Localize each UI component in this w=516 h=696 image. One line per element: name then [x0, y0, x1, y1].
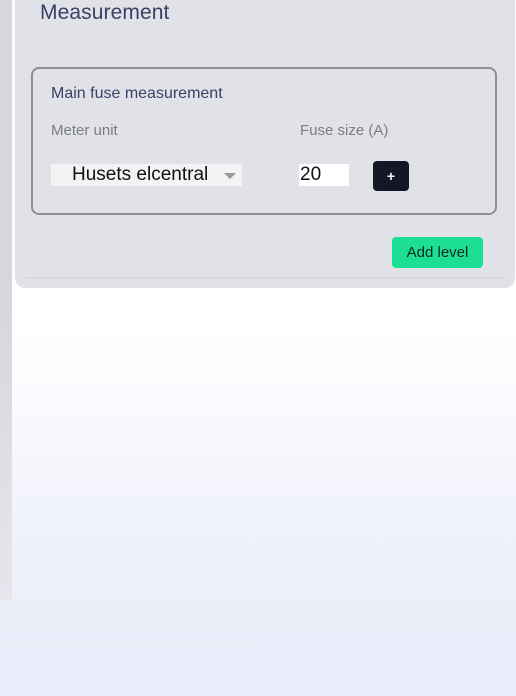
card-divider — [25, 277, 505, 278]
add-fuse-button[interactable]: + — [373, 161, 409, 191]
add-level-button[interactable]: Add level — [392, 237, 483, 268]
meter-unit-label: Meter unit — [51, 122, 118, 139]
left-panel-edge — [0, 0, 12, 600]
measurement-card: Measurement Main fuse measurement Meter … — [15, 0, 515, 288]
measurement-title: Measurement — [40, 1, 170, 24]
fuse-size-label: Fuse size (A) — [300, 122, 389, 139]
fuse-size-input[interactable] — [299, 164, 349, 186]
meter-unit-select[interactable]: Husets elcentral — [51, 164, 242, 186]
main-fuse-measurement-title: Main fuse measurement — [51, 85, 223, 102]
meter-unit-selected-value: Husets elcentral — [72, 164, 209, 185]
chevron-down-icon — [224, 173, 236, 179]
main-fuse-measurement-box: Main fuse measurement Meter unit Fuse si… — [31, 67, 497, 215]
